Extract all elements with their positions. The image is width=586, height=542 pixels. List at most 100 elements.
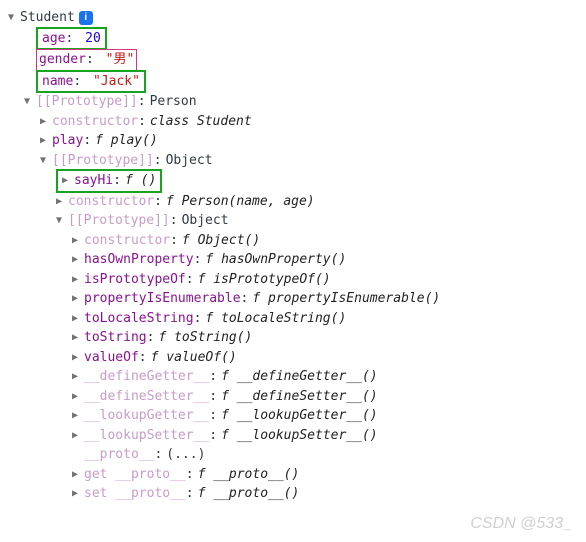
function-f-icon: f — [166, 192, 174, 212]
prototype-label: [[Prototype]] — [52, 151, 154, 171]
method-row[interactable]: valueOf:f valueOf() — [8, 348, 578, 368]
method-row[interactable]: propertyIsEnumerable:f propertyIsEnumera… — [8, 289, 578, 309]
method-row[interactable]: __defineSetter__:f __defineSetter__() — [8, 387, 578, 407]
function-name: play() — [111, 131, 158, 151]
expand-arrow-icon[interactable] — [72, 486, 82, 501]
prop-key: get __proto__ — [84, 465, 186, 485]
prop-value: "Jack" — [93, 74, 140, 89]
function-f-icon: f — [182, 231, 190, 251]
function-f-icon: f — [125, 171, 133, 191]
prop-age-row[interactable]: age: 20 — [8, 28, 578, 50]
expand-arrow-icon[interactable] — [8, 10, 18, 25]
prop-value: "男" — [106, 52, 135, 67]
expand-arrow-icon[interactable] — [72, 389, 82, 404]
prototype-value: Person — [150, 92, 197, 112]
function-f-icon: f — [198, 270, 206, 290]
method-row[interactable]: toString:f toString() — [8, 328, 578, 348]
prop-key: play — [52, 131, 83, 151]
prop-key: set __proto__ — [84, 484, 186, 504]
function-name: __proto__() — [213, 484, 299, 504]
expand-arrow-icon[interactable] — [72, 291, 82, 306]
expand-arrow-icon[interactable] — [40, 133, 50, 148]
prop-gender-row[interactable]: gender: "男" — [8, 49, 578, 71]
function-name: __proto__() — [213, 465, 299, 485]
prototype-label: [[Prototype]] — [36, 92, 138, 112]
function-name: toLocaleString() — [221, 309, 346, 329]
expand-arrow-icon[interactable] — [72, 311, 82, 326]
expand-arrow-icon[interactable] — [56, 213, 66, 228]
prop-name-row[interactable]: name: "Jack" — [8, 71, 578, 93]
function-f-icon: f — [158, 328, 166, 348]
expand-arrow-icon[interactable] — [72, 408, 82, 423]
prop-key: __proto__ — [84, 445, 154, 465]
proto-accessor-row[interactable]: __proto__: (...) — [8, 445, 578, 465]
function-f-icon: f — [221, 426, 229, 446]
prop-key: __lookupSetter__ — [84, 426, 209, 446]
prop-key: valueOf — [84, 348, 139, 368]
prop-value: class Student — [150, 112, 252, 132]
expand-arrow-icon[interactable] — [72, 252, 82, 267]
prop-key: sayHi — [74, 171, 113, 191]
prototype-label: [[Prototype]] — [68, 211, 170, 231]
expand-arrow-icon[interactable] — [72, 330, 82, 345]
play-row[interactable]: play: f play() — [8, 131, 578, 151]
expand-arrow-icon[interactable] — [72, 272, 82, 287]
method-row[interactable]: __defineGetter__:f __defineGetter__() — [8, 367, 578, 387]
method-row[interactable]: __lookupSetter__:f __lookupSetter__() — [8, 426, 578, 446]
expand-arrow-icon[interactable] — [62, 173, 72, 188]
function-name: __lookupGetter__() — [237, 406, 378, 426]
method-row[interactable]: isPrototypeOf:f isPrototypeOf() — [8, 270, 578, 290]
method-row[interactable]: toLocaleString:f toLocaleString() — [8, 309, 578, 329]
function-name: __lookupSetter__() — [237, 426, 378, 446]
accessor-row[interactable]: get __proto__:f __proto__() — [8, 465, 578, 485]
root-row[interactable]: Student i — [8, 8, 578, 28]
prototype-value: Object — [166, 151, 213, 171]
expand-arrow-icon[interactable] — [24, 94, 34, 109]
method-row[interactable]: __lookupGetter__:f __lookupGetter__() — [8, 406, 578, 426]
constructor-person-row[interactable]: constructor: f Person(name, age) — [8, 192, 578, 212]
prop-key: toString — [84, 328, 147, 348]
prop-key: constructor — [52, 112, 138, 132]
function-name: valueOf() — [166, 348, 236, 368]
expand-arrow-icon[interactable] — [40, 153, 50, 168]
accessor-row[interactable]: set __proto__:f __proto__() — [8, 484, 578, 504]
expand-arrow-icon[interactable] — [40, 114, 50, 129]
function-f-icon: f — [221, 387, 229, 407]
expand-arrow-icon[interactable] — [72, 350, 82, 365]
prototype-object-row[interactable]: [[Prototype]]: Object — [8, 151, 578, 171]
expand-arrow-icon[interactable] — [72, 467, 82, 482]
object-tree: Student i age: 20 gender: "男" name: "Jac… — [8, 8, 578, 504]
function-f-icon: f — [198, 484, 206, 504]
function-name: propertyIsEnumerable() — [268, 289, 440, 309]
constructor-row[interactable]: constructor: class Student — [8, 112, 578, 132]
expand-arrow-icon[interactable] — [56, 194, 66, 209]
prop-key: constructor — [68, 192, 154, 212]
function-f-icon: f — [198, 465, 206, 485]
function-f-icon: f — [95, 131, 103, 151]
function-f-icon: f — [252, 289, 260, 309]
prop-key: gender — [39, 52, 86, 67]
prop-key: age — [42, 31, 65, 46]
prop-key: __defineGetter__ — [84, 367, 209, 387]
prop-key: isPrototypeOf — [84, 270, 186, 290]
function-name: Object() — [198, 231, 261, 251]
sayhi-row[interactable]: sayHi: f () — [8, 170, 578, 192]
function-name: __defineSetter__() — [237, 387, 378, 407]
expand-arrow-icon[interactable] — [72, 233, 82, 248]
prop-value: 20 — [85, 31, 101, 46]
prototype-person-row[interactable]: [[Prototype]]: Person — [8, 92, 578, 112]
method-row[interactable]: constructor:f Object() — [8, 231, 578, 251]
expand-arrow-icon[interactable] — [72, 428, 82, 443]
prototype-value: Object — [182, 211, 229, 231]
function-name: hasOwnProperty() — [221, 250, 346, 270]
info-icon[interactable]: i — [79, 11, 93, 25]
prop-key: constructor — [84, 231, 170, 251]
prop-key: propertyIsEnumerable — [84, 289, 241, 309]
method-row[interactable]: hasOwnProperty:f hasOwnProperty() — [8, 250, 578, 270]
expand-arrow-icon[interactable] — [72, 369, 82, 384]
function-name: Person(name, age) — [182, 192, 315, 212]
prop-key: hasOwnProperty — [84, 250, 194, 270]
prop-key: name — [42, 74, 73, 89]
prototype-object2-row[interactable]: [[Prototype]]: Object — [8, 211, 578, 231]
prop-key: __lookupGetter__ — [84, 406, 209, 426]
